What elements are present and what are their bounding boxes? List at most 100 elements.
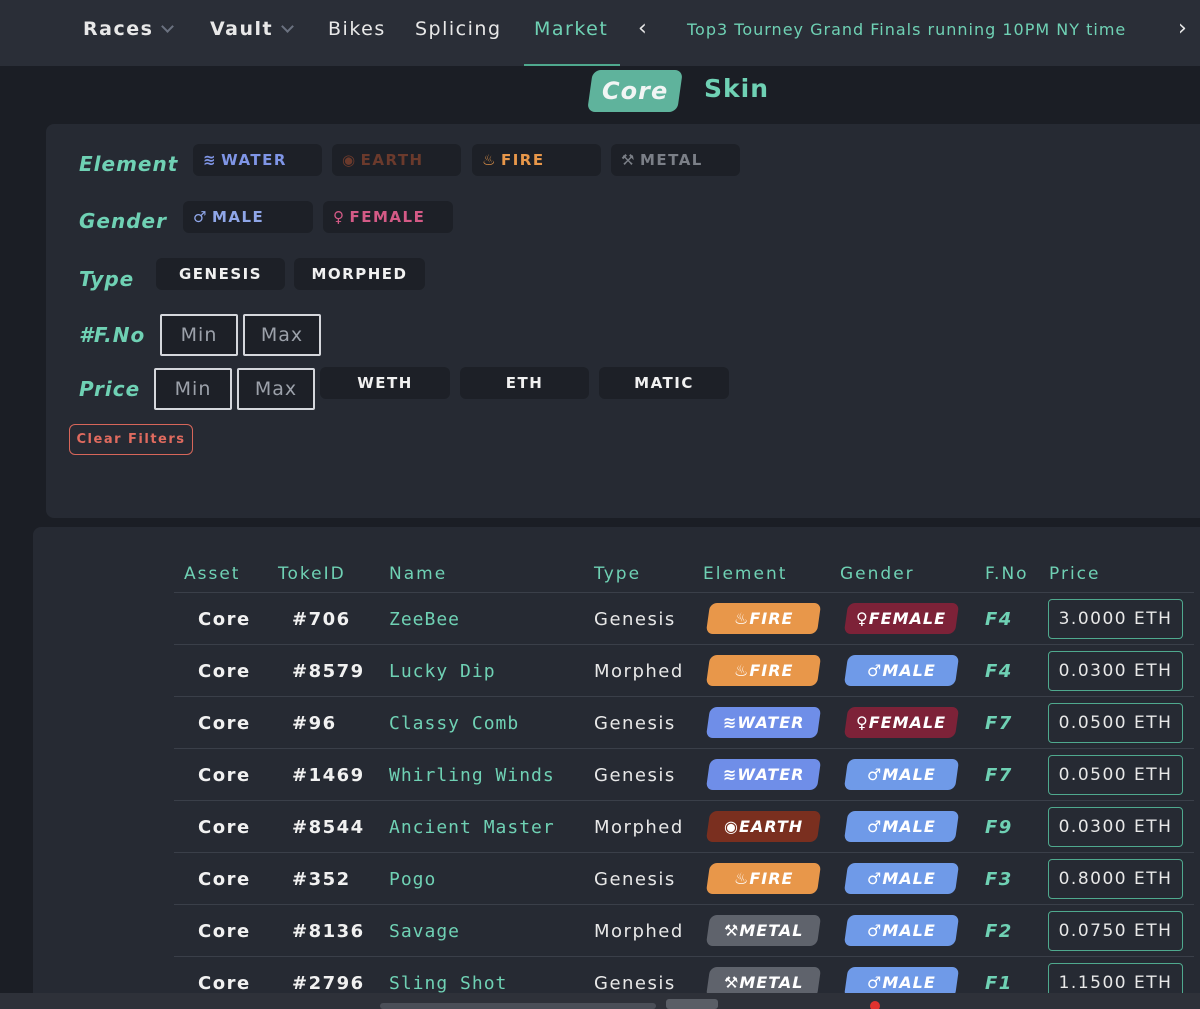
- cell-token-id: #706: [292, 609, 351, 630]
- chevron-down-icon: [281, 19, 294, 33]
- table-row[interactable]: Core #706 ZeeBee Genesis F4 ♨FIRE ♀FEMALE 3.000…: [174, 592, 1194, 644]
- price-button[interactable]: 0.0750 ETH: [1048, 911, 1183, 951]
- table-row[interactable]: Core #352 Pogo Genesis F3 ♨FIRE ♂MALE 0.8000 ET…: [174, 852, 1194, 904]
- cell-type: Genesis: [594, 973, 676, 994]
- fno-max-input[interactable]: Max: [243, 314, 321, 356]
- cell-asset: Core: [198, 869, 251, 890]
- earth-icon: ◉: [342, 151, 357, 169]
- price-button[interactable]: 0.0500 ETH: [1048, 703, 1183, 743]
- gender-badge-label: FEMALE: [869, 609, 947, 628]
- fire-icon: ♨: [733, 609, 750, 628]
- fire-icon: ♨: [733, 661, 750, 680]
- chip-label: WATER: [221, 151, 287, 169]
- type-filter-label: Type: [79, 267, 135, 291]
- element-badge-label: METAL: [739, 973, 804, 992]
- element-badge: ♨FIRE: [705, 863, 822, 894]
- nav-market[interactable]: Market: [534, 18, 608, 40]
- price-button[interactable]: 0.0500 ETH: [1048, 755, 1183, 795]
- type-morphed-chip[interactable]: MORPHED: [294, 258, 425, 290]
- price-button[interactable]: 0.0300 ETH: [1048, 807, 1183, 847]
- cell-type: Morphed: [594, 661, 684, 682]
- element-badge: ♨FIRE: [705, 603, 822, 634]
- browser-bottom-bar: [0, 993, 1200, 1009]
- currency-matic-chip[interactable]: MATIC: [599, 367, 729, 399]
- chip-label: METAL: [639, 151, 703, 169]
- nav-vault[interactable]: Vault: [210, 18, 294, 40]
- header-price: Price: [1049, 564, 1101, 584]
- table-row[interactable]: Core #8544 Ancient Master Morphed F9 ◉EARTH ♂M…: [174, 800, 1194, 852]
- gender-female-chip[interactable]: ♀ FEMALE: [323, 201, 453, 233]
- element-badge-label: METAL: [739, 921, 804, 940]
- cell-name: Sling Shot: [389, 973, 508, 994]
- nav-splicing[interactable]: Splicing: [415, 18, 502, 40]
- cell-name: Classy Comb: [389, 713, 520, 734]
- type-genesis-chip[interactable]: GENESIS: [156, 258, 285, 290]
- cell-asset: Core: [198, 817, 251, 838]
- gender-male-chip[interactable]: ♂ MALE: [183, 201, 313, 233]
- ticker-next-button[interactable]: ›: [1178, 16, 1187, 41]
- bottom-button[interactable]: [666, 999, 718, 1009]
- price-button[interactable]: 3.0000 ETH: [1048, 599, 1183, 639]
- fno-min-input[interactable]: Min: [160, 314, 238, 356]
- tab-skin[interactable]: Skin: [704, 74, 769, 103]
- metal-icon: ⚒: [621, 151, 636, 169]
- gender-badge: ♀FEMALE: [843, 603, 960, 634]
- cell-name: Whirling Winds: [389, 765, 555, 786]
- table-row[interactable]: Core #8136 Savage Morphed F2 ⚒METAL ♂MALE 0.075…: [174, 904, 1194, 956]
- male-icon: ♂: [867, 765, 883, 784]
- price-min-input[interactable]: Min: [154, 368, 232, 410]
- cell-type: Morphed: [594, 817, 684, 838]
- cell-name: Savage: [389, 921, 461, 942]
- cell-token-id: #2796: [292, 973, 365, 994]
- ticker-prev-button[interactable]: ‹: [638, 16, 647, 41]
- cell-fno: F9: [985, 817, 1013, 838]
- nav-races[interactable]: Races: [83, 18, 175, 40]
- fire-icon: ♨: [733, 869, 750, 888]
- header-gender: Gender: [840, 564, 915, 584]
- element-badge-label: WATER: [737, 765, 805, 784]
- element-badge: ≋WATER: [705, 707, 822, 738]
- cell-type: Genesis: [594, 713, 676, 734]
- table-row[interactable]: Core #1469 Whirling Winds Genesis F7 ≋WATER ♂M…: [174, 748, 1194, 800]
- cell-token-id: #8544: [292, 817, 365, 838]
- male-icon: ♂: [867, 817, 883, 836]
- gender-filter-label: Gender: [79, 209, 167, 233]
- currency-eth-chip[interactable]: ETH: [460, 367, 589, 399]
- nav-vault-label: Vault: [210, 18, 274, 40]
- cell-fno: F7: [985, 713, 1013, 734]
- notification-dot-icon: [870, 1001, 880, 1009]
- horizontal-scrollbar[interactable]: [380, 1003, 656, 1009]
- female-icon: ♀: [333, 208, 346, 226]
- gender-badge: ♂MALE: [843, 655, 960, 686]
- element-badge: ◉EARTH: [705, 811, 822, 842]
- header-asset: Asset: [184, 564, 241, 584]
- male-icon: ♂: [867, 869, 883, 888]
- cell-asset: Core: [198, 713, 251, 734]
- tab-core[interactable]: Core: [587, 70, 683, 112]
- water-icon: ≋: [722, 713, 738, 732]
- nav-bikes[interactable]: Bikes: [328, 18, 386, 40]
- clear-filters-button[interactable]: Clear Filters: [69, 424, 193, 455]
- currency-weth-chip[interactable]: WETH: [320, 367, 450, 399]
- nav-races-label: Races: [83, 18, 154, 40]
- male-icon: ♂: [867, 973, 883, 992]
- element-water-chip[interactable]: ≋ WATER: [193, 144, 322, 176]
- element-fire-chip[interactable]: ♨ FIRE: [472, 144, 601, 176]
- cell-fno: F4: [985, 661, 1013, 682]
- table-row[interactable]: Core #96 Classy Comb Genesis F7 ≋WATER ♀FEMALE…: [174, 696, 1194, 748]
- table-row[interactable]: Core #8579 Lucky Dip Morphed F4 ♨FIRE ♂MALE 0.0…: [174, 644, 1194, 696]
- element-earth-chip[interactable]: ◉ EARTH: [332, 144, 461, 176]
- price-max-input[interactable]: Max: [237, 368, 315, 410]
- chip-label: FIRE: [500, 151, 545, 169]
- cell-fno: F7: [985, 765, 1013, 786]
- female-icon: ♀: [856, 609, 870, 628]
- element-badge: ♨FIRE: [705, 655, 822, 686]
- price-button[interactable]: 0.0300 ETH: [1048, 651, 1183, 691]
- top-nav: Races Vault Bikes Splicing Market ‹ Top3…: [0, 0, 1200, 66]
- element-metal-chip[interactable]: ⚒ METAL: [611, 144, 740, 176]
- cell-token-id: #1469: [292, 765, 365, 786]
- header-fno: F.No: [985, 564, 1029, 584]
- gender-badge-label: FEMALE: [869, 713, 947, 732]
- price-button[interactable]: 0.8000 ETH: [1048, 859, 1183, 899]
- cell-fno: F3: [985, 869, 1013, 890]
